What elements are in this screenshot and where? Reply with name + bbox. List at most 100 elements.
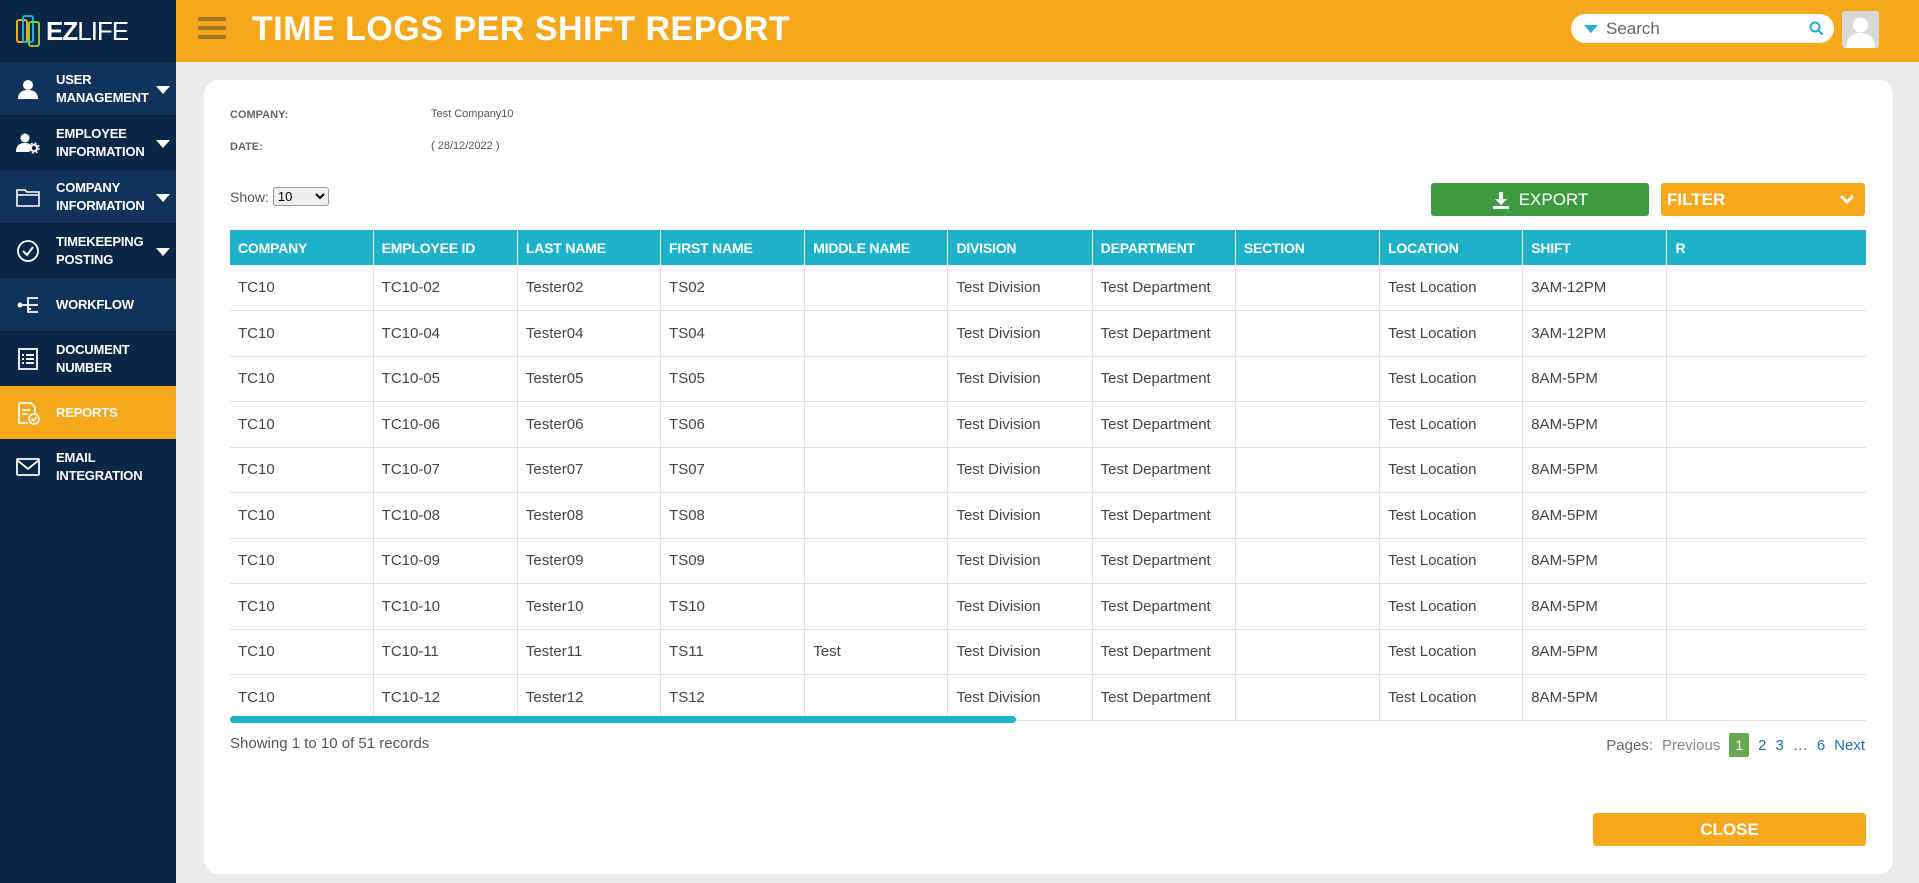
chevron-down-icon (1839, 194, 1855, 205)
table-cell: TS04 (660, 310, 806, 357)
table-row[interactable]: TC10 TC10-11 Tester11 TS11 Test Test Division… (230, 629, 1866, 675)
chevron-down-icon[interactable] (156, 194, 170, 202)
column-header[interactable]: EMPLOYEE ID (373, 230, 518, 265)
chevron-down-icon[interactable] (156, 140, 170, 148)
column-header[interactable]: LOCATION (1379, 230, 1524, 265)
table-cell: Test Department (1092, 583, 1236, 630)
page-size-control: Show: 10 (230, 187, 329, 206)
company-label: COMPANY: (230, 109, 289, 121)
column-header[interactable]: LAST NAME (517, 230, 662, 265)
menu-toggle-icon[interactable] (198, 17, 226, 43)
column-header[interactable]: R (1666, 230, 1866, 265)
filter-button[interactable]: FILTER (1661, 183, 1865, 216)
close-button[interactable]: CLOSE (1593, 813, 1866, 846)
table-cell: Test Division (947, 583, 1093, 630)
table-cell: 8AM-5PM (1522, 401, 1668, 448)
column-header[interactable]: SECTION (1235, 230, 1381, 265)
sidebar-item-employee-information[interactable]: EMPLOYEE INFORMATION (0, 116, 176, 170)
table-row[interactable]: TC10 TC10-06 Tester06 TS06 Test Division Test… (230, 401, 1866, 448)
table-cell: TC10-11 (373, 629, 518, 675)
chevron-down-icon[interactable] (156, 248, 170, 256)
sidebar-item-reports[interactable]: REPORTS (0, 386, 176, 440)
table-cell: TC10 (230, 356, 374, 402)
table-cell (1235, 310, 1381, 357)
column-header[interactable]: COMPANY (230, 230, 374, 265)
avatar[interactable] (1842, 11, 1879, 48)
page-link-3[interactable]: 3 (1775, 737, 1783, 754)
search-filter-dropdown-icon[interactable] (1584, 24, 1598, 33)
table-cell (1235, 674, 1381, 721)
sidebar-item-user-management[interactable]: USER MANAGEMENT (0, 62, 176, 116)
table-cell: Test Department (1092, 356, 1236, 402)
sidebar-item-document-number[interactable]: DOCUMENT NUMBER (0, 332, 176, 386)
column-header[interactable]: FIRST NAME (660, 230, 806, 265)
table-row[interactable]: TC10 TC10-10 Tester10 TS10 Test Division Test… (230, 583, 1866, 630)
column-header[interactable]: DEPARTMENT (1092, 230, 1236, 265)
table-cell: Test Department (1092, 629, 1236, 675)
page-link-1[interactable]: 1 (1729, 733, 1750, 757)
table-cell (804, 674, 949, 721)
table-row[interactable]: TC10 TC10-05 Tester05 TS05 Test Division Test… (230, 356, 1866, 402)
table-cell: TS07 (660, 447, 806, 493)
previous-page-link[interactable]: Previous (1662, 737, 1720, 754)
table-cell: 8AM-5PM (1522, 538, 1668, 584)
table-cell: TC10-05 (373, 356, 518, 402)
table-cell (1235, 538, 1381, 584)
sidebar-item-label: COMPANY INFORMATION (56, 179, 145, 213)
table-cell: TC10 (230, 583, 374, 630)
table-row[interactable]: TC10 TC10-07 Tester07 TS07 Test Division Test… (230, 447, 1866, 493)
export-button[interactable]: EXPORT (1431, 183, 1649, 216)
app-logo[interactable]: EZLIFE (0, 0, 176, 62)
table-cell (1666, 538, 1866, 584)
table-cell: 8AM-5PM (1522, 447, 1668, 493)
table-cell: 8AM-5PM (1522, 492, 1668, 539)
column-header[interactable]: MIDDLE NAME (804, 230, 949, 265)
search-icon[interactable] (1809, 21, 1824, 36)
table-cell: 3AM-12PM (1522, 310, 1668, 357)
sidebar-item-label: DOCUMENT NUMBER (56, 341, 130, 375)
sidebar-item-label: EMAIL INTEGRATION (56, 449, 143, 483)
table-cell: Test Department (1092, 310, 1236, 357)
horizontal-scrollbar[interactable] (230, 716, 1016, 723)
column-header[interactable]: SHIFT (1522, 230, 1668, 265)
next-page-link[interactable]: Next (1834, 737, 1865, 754)
page-link-6[interactable]: 6 (1817, 737, 1825, 754)
table-row[interactable]: TC10 TC10-12 Tester12 TS12 Test Division Test… (230, 674, 1866, 721)
sidebar-item-company-information[interactable]: COMPANY INFORMATION (0, 170, 176, 224)
table-cell: TS05 (660, 356, 806, 402)
page-size-select[interactable]: 10 (272, 187, 329, 206)
search-box[interactable] (1571, 14, 1834, 43)
sidebar-item-email-integration[interactable]: EMAIL INTEGRATION (0, 440, 176, 494)
table-row[interactable]: TC10 TC10-08 Tester08 TS08 Test Division Test… (230, 492, 1866, 539)
sidebar-item-timekeeping-posting[interactable]: TIMEKEEPING POSTING (0, 224, 176, 278)
table-cell (804, 583, 949, 630)
chevron-down-icon[interactable] (156, 86, 170, 94)
table-cell (1666, 356, 1866, 402)
search-input[interactable] (1606, 18, 1806, 39)
table-cell: 8AM-5PM (1522, 674, 1668, 721)
table-cell (804, 401, 949, 448)
top-bar: TIME LOGS PER SHIFT REPORT (176, 0, 1919, 62)
table-cell: Test Division (947, 629, 1093, 675)
table-cell: Tester06 (517, 401, 662, 448)
table-cell: Test Division (947, 492, 1093, 539)
table-cell: Test Location (1379, 310, 1524, 357)
table-cell: Test Division (947, 310, 1093, 357)
table-cell: TC10-12 (373, 674, 518, 721)
table-row[interactable]: TC10 TC10-02 Tester02 TS02 Test Division Test… (230, 265, 1866, 311)
table-cell (1666, 492, 1866, 539)
table-cell: Test Location (1379, 583, 1524, 630)
table-cell (1235, 629, 1381, 675)
table-row[interactable]: TC10 TC10-09 Tester09 TS09 Test Division Test… (230, 538, 1866, 584)
column-header[interactable]: DIVISION (947, 230, 1093, 265)
date-label: DATE: (230, 141, 263, 153)
table-cell: Test Department (1092, 492, 1236, 539)
sidebar-item-workflow[interactable]: WORKFLOW (0, 278, 176, 332)
table-row[interactable]: TC10 TC10-04 Tester04 TS04 Test Division Test… (230, 310, 1866, 357)
table-cell (804, 310, 949, 357)
table-cell (1666, 583, 1866, 630)
page-link-2[interactable]: 2 (1758, 737, 1766, 754)
table-cell: Test Department (1092, 265, 1236, 311)
table-cell: TC10-07 (373, 447, 518, 493)
table-cell (804, 356, 949, 402)
